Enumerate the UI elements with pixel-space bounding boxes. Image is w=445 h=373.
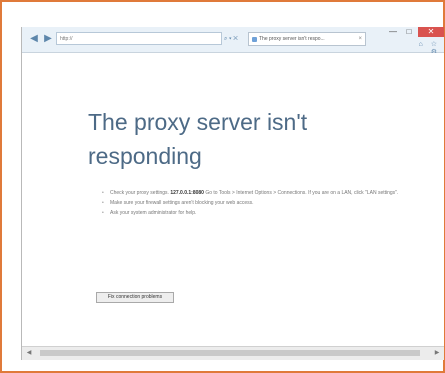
browser-tab[interactable]: The proxy server isn't respo... × xyxy=(248,32,366,46)
list-item: Check your proxy settings. 127.0.0.1:808… xyxy=(102,189,432,197)
scroll-right-arrow-icon[interactable]: ▶ xyxy=(432,348,442,358)
close-button[interactable]: ✕ xyxy=(418,27,444,37)
window-controls: — □ ✕ xyxy=(380,27,444,41)
browser-window: ◀ ▶ http:// ⌕ ▾ ✕ The proxy server isn't… xyxy=(21,27,444,360)
list-item-text: Check your proxy settings. xyxy=(110,190,171,196)
list-item: Ask your system administrator for help. xyxy=(102,209,432,217)
tab-close-icon[interactable]: × xyxy=(358,33,362,45)
browser-toolbar: ◀ ▶ http:// ⌕ ▾ ✕ The proxy server isn't… xyxy=(22,27,444,56)
maximize-button[interactable]: □ xyxy=(402,27,416,37)
list-item-text: Ask your system administrator for help. xyxy=(110,210,197,216)
address-bar[interactable]: http:// xyxy=(56,32,222,45)
address-tools-icon[interactable]: ⌕ ▾ ✕ xyxy=(224,34,246,44)
scrollbar-thumb[interactable] xyxy=(40,350,420,356)
page-content: The proxy server isn't responding Check … xyxy=(22,53,444,347)
horizontal-scrollbar[interactable]: ◀ ▶ xyxy=(22,346,444,360)
fix-connection-button[interactable]: Fix connection problems xyxy=(96,292,174,303)
list-item-text: Go to Tools > Internet Options > Connect… xyxy=(203,190,399,196)
minimize-button[interactable]: — xyxy=(386,27,400,37)
forward-button[interactable]: ▶ xyxy=(42,34,54,44)
screenshot-frame: ◀ ▶ http:// ⌕ ▾ ✕ The proxy server isn't… xyxy=(0,0,445,373)
proxy-address: 127.0.0.1:8080 xyxy=(170,190,204,196)
back-button[interactable]: ◀ xyxy=(28,34,40,44)
tab-favicon-icon xyxy=(252,37,257,42)
scroll-left-arrow-icon[interactable]: ◀ xyxy=(24,348,34,358)
list-item: Make sure your firewall settings aren't … xyxy=(102,199,432,207)
page-title: The proxy server isn't responding xyxy=(88,109,308,169)
home-favorites-settings-icons[interactable]: ⌂ ☆ ⚙ xyxy=(406,40,440,56)
list-item-text: Make sure your firewall settings aren't … xyxy=(110,200,254,206)
troubleshoot-list: Check your proxy settings. 127.0.0.1:808… xyxy=(102,189,432,219)
tab-title: The proxy server isn't respo... xyxy=(259,36,325,42)
